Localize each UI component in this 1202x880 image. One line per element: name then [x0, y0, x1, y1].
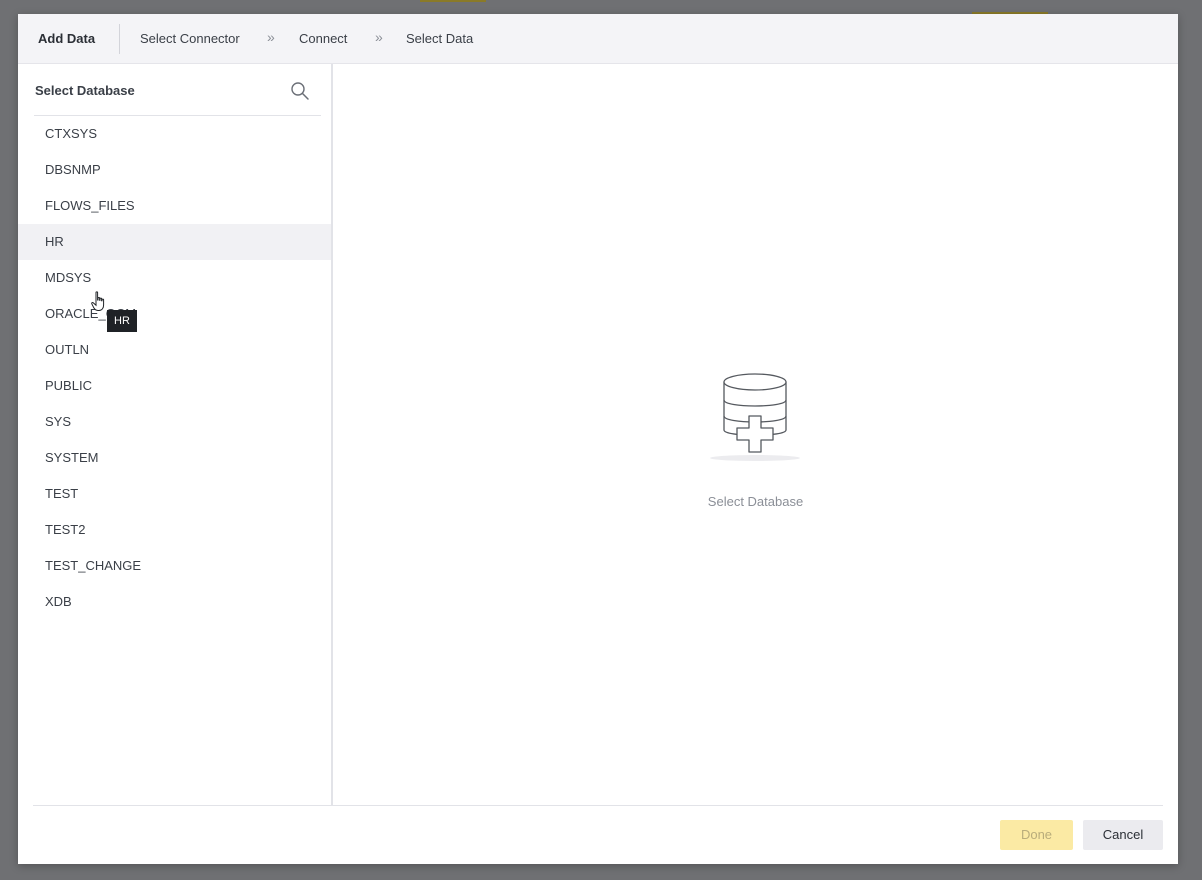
- dialog-title: Add Data: [38, 31, 96, 46]
- dialog-header: Add Data Select Connector » Connect » Se…: [18, 14, 1178, 64]
- data-preview-panel: Select Database: [333, 64, 1178, 805]
- database-list-title: Select Database: [35, 83, 135, 98]
- breadcrumb-separator: »: [267, 29, 275, 45]
- hand-cursor-icon: [90, 290, 108, 312]
- done-button[interactable]: Done: [1000, 820, 1073, 850]
- database-list: CTXSYS DBSNMP FLOWS_FILES HR MDSYS ORACL…: [18, 116, 331, 620]
- backdrop-accent: [420, 0, 486, 2]
- breadcrumb-select-connector[interactable]: Select Connector: [140, 31, 240, 46]
- database-item-hovered[interactable]: HR: [18, 224, 331, 260]
- header-divider: [119, 24, 120, 54]
- database-add-icon: [706, 370, 806, 462]
- database-item[interactable]: CTXSYS: [18, 116, 331, 152]
- database-item[interactable]: OUTLN: [18, 332, 331, 368]
- database-item[interactable]: TEST2: [18, 512, 331, 548]
- search-icon[interactable]: [290, 81, 310, 101]
- add-data-dialog: Add Data Select Connector » Connect » Se…: [18, 14, 1178, 864]
- database-item[interactable]: PUBLIC: [18, 368, 331, 404]
- database-item[interactable]: DBSNMP: [18, 152, 331, 188]
- empty-state-label: Select Database: [707, 494, 804, 509]
- hover-tooltip: HR: [107, 310, 137, 332]
- database-item[interactable]: TEST: [18, 476, 331, 512]
- database-list-panel: Select Database CTXSYS DBSNMP FLOWS_FILE…: [18, 64, 333, 805]
- breadcrumb-select-data: Select Data: [406, 31, 474, 46]
- breadcrumb-separator: »: [375, 29, 383, 45]
- database-item[interactable]: SYS: [18, 404, 331, 440]
- database-item[interactable]: TEST_CHANGE: [18, 548, 331, 584]
- database-item[interactable]: XDB: [18, 584, 331, 620]
- database-item[interactable]: ORACLE_OCM: [18, 296, 331, 332]
- breadcrumb-connect[interactable]: Connect: [299, 31, 347, 46]
- database-item[interactable]: FLOWS_FILES: [18, 188, 331, 224]
- cancel-button[interactable]: Cancel: [1083, 820, 1163, 850]
- database-item[interactable]: SYSTEM: [18, 440, 331, 476]
- footer-divider: [33, 805, 1163, 806]
- database-list-header: Select Database: [34, 64, 321, 116]
- database-item[interactable]: MDSYS: [18, 260, 331, 296]
